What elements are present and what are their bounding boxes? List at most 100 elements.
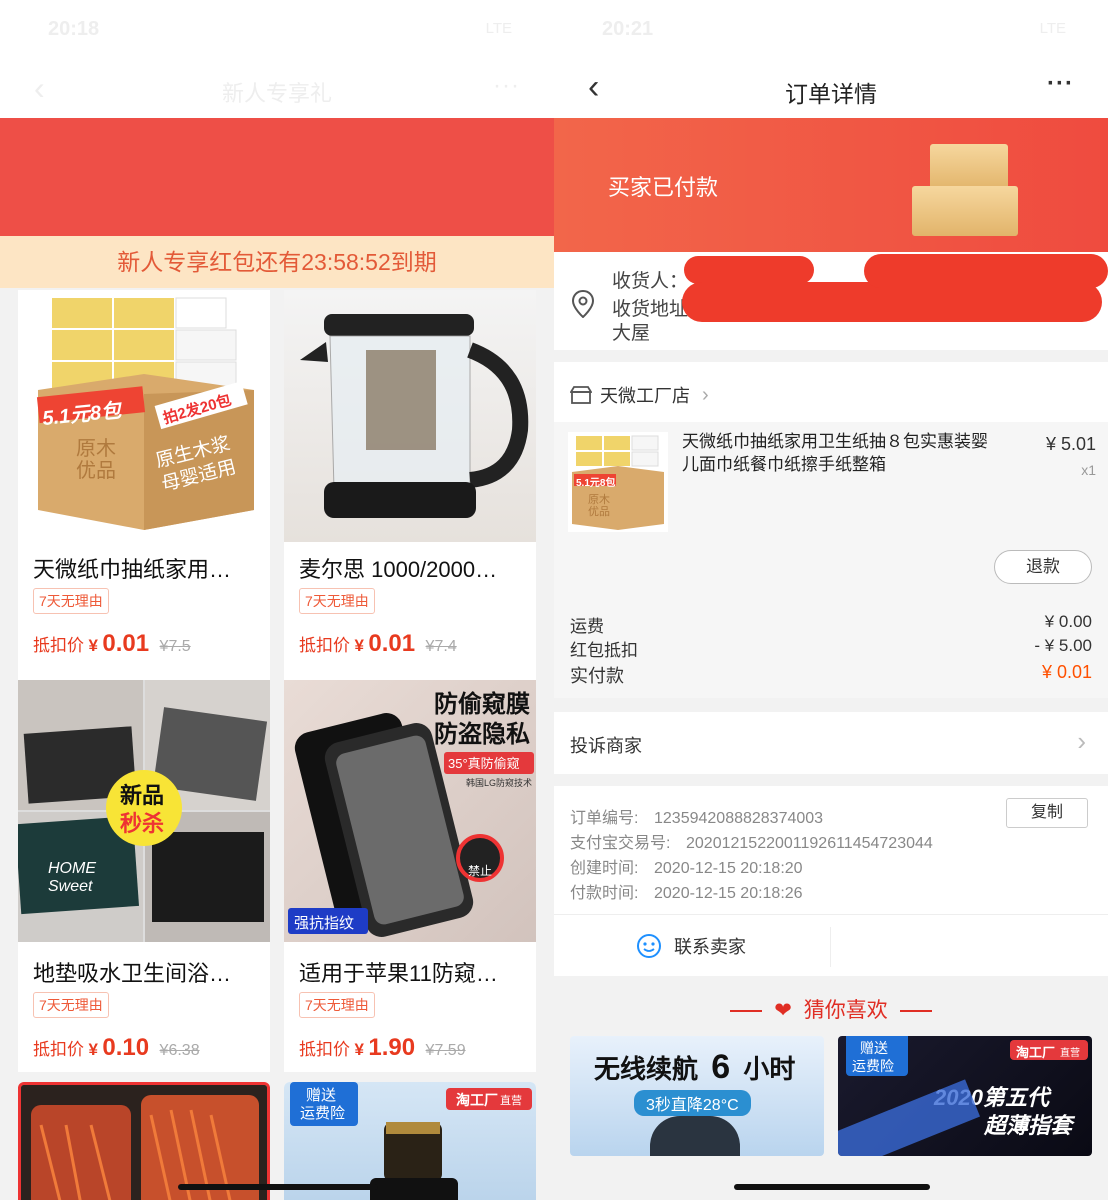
price-value: 0.01 (102, 630, 150, 657)
copy-button[interactable]: 复制 (1006, 798, 1088, 828)
product-name: 天微纸巾抽纸家用… (33, 557, 232, 582)
status-time: 20:21 (602, 18, 654, 40)
address-label: 收货地址 (612, 299, 689, 320)
item-quantity: x1 (1081, 462, 1096, 478)
return-policy-tag: 7天无理由 (33, 992, 109, 1018)
info-key: 订单编号: (570, 810, 639, 827)
address-card[interactable]: 收货人： 收货地址 大屋 (554, 252, 1108, 350)
status-time: 20:18 (48, 18, 100, 40)
price-label: 抵扣价 (299, 1040, 350, 1059)
heart-icon: ❤ (774, 999, 792, 1022)
divider (830, 927, 831, 967)
more-icon[interactable]: ··· (1047, 70, 1074, 98)
chevron-right-icon: › (1077, 726, 1086, 756)
product-card[interactable]: 赠送 运费险 淘工厂 直营 (284, 1082, 536, 1200)
product-card[interactable] (18, 1082, 270, 1200)
package-icon (912, 186, 1018, 236)
recommended-item[interactable]: 无线续航 6 小时 3秒直降28°C (570, 1036, 824, 1156)
paid-time-row: 付款时间: 2020-12-15 20:18:26 (570, 879, 803, 903)
complain-merchant-row[interactable]: 投诉商家 › (554, 712, 1108, 774)
order-item[interactable]: 5.1元8包 原木优品 天微纸巾抽纸家用卫生纸抽８包实惠装婴儿面巾纸餐巾纸擦手纸… (554, 422, 1108, 598)
image-text: 5.1元8包 (576, 478, 616, 489)
section-title: ❤ 猜你喜欢 (554, 994, 1108, 1024)
fee-row: 红包抵扣 - ¥ 5.00 (570, 636, 1092, 661)
promo-banner (0, 118, 554, 236)
product-image: 防偷窥膜 防盗隐私 35°真防偷窥 韩国LG防窥技术 强抗指纹 禁止 (284, 680, 536, 942)
image-text: 运费险 (300, 1105, 346, 1122)
fee-row: 实付款 ¥ 0.01 (570, 662, 1092, 688)
chevron-right-icon: › (702, 383, 709, 406)
recommended-item[interactable]: 赠送 运费险 淘工厂 直营 2020第五代 超薄指套 (838, 1036, 1092, 1156)
image-text: 淘工厂 (1016, 1045, 1056, 1060)
image-text: 韩国LG防窥技术 (466, 778, 533, 788)
order-status-banner: 买家已付款 (554, 118, 1108, 252)
image-text: 赠送 (860, 1040, 888, 1056)
original-price: ¥6.38 (159, 1042, 200, 1059)
nav-bar: ‹ 新人专享礼 ··· (0, 60, 554, 118)
product-card[interactable]: 新品 秒杀 HOME Sweet 地垫吸水卫生间浴… 7天无理由 抵扣价 ¥ 0… (18, 680, 270, 1072)
status-bar: 20:21 LTE (554, 0, 1108, 60)
item-thumbnail: 5.1元8包 原木优品 (568, 432, 668, 532)
info-value: 2020121522001192611454723044 (686, 835, 933, 852)
product-image: 新品 秒杀 HOME Sweet (18, 680, 270, 942)
original-price: ¥7.59 (425, 1042, 466, 1059)
info-value: 2020-12-15 20:18:26 (654, 885, 803, 902)
price-label: 抵扣价 (299, 636, 350, 655)
order-number-row: 订单编号: 1235942088828374003 (570, 804, 823, 828)
product-card[interactable]: 麦尔思 1000/2000… 7天无理由 抵扣价 ¥ 0.01 ¥7.4 (284, 290, 536, 680)
more-icon[interactable]: ··· (493, 72, 520, 100)
signal-indicator: LTE (1039, 20, 1066, 37)
image-text: 超薄指套 (984, 1113, 1073, 1138)
image-text: 直营 (500, 1095, 522, 1107)
image-text: 直营 (1060, 1048, 1080, 1059)
image-text: 无线续航 6 小时 (594, 1048, 796, 1086)
product-price: 抵扣价 ¥ 0.10 ¥6.38 (33, 1034, 200, 1062)
price-value: 0.10 (102, 1034, 150, 1061)
price-label: 抵扣价 (33, 636, 84, 655)
page-title: 订单详情 (785, 81, 877, 107)
contact-seller-button[interactable]: 联系卖家 (636, 933, 746, 959)
location-pin-icon (571, 289, 595, 323)
shop-link[interactable]: 天微工厂店 › (570, 382, 709, 408)
image-text: HOME Sweet (48, 860, 96, 895)
refund-button[interactable]: 退款 (994, 550, 1092, 584)
currency: ¥ (354, 636, 364, 655)
image-text: 35°真防偷窥 (448, 756, 520, 771)
product-image: 5.1元8包 拍2发20包 原木优品 原生木浆 母婴适用 (18, 290, 270, 542)
shop-icon (570, 386, 592, 404)
product-image: 赠送 运费险 淘工厂 直营 (284, 1082, 536, 1200)
image-text: 秒杀 (120, 811, 165, 836)
product-card[interactable]: 5.1元8包 拍2发20包 原木优品 原生木浆 母婴适用 天微纸巾抽纸家用… 7… (18, 290, 270, 680)
product-image (284, 290, 536, 542)
fee-value: ¥ 0.00 (1044, 612, 1092, 631)
address-tail: 大屋 (612, 323, 651, 344)
order-item-card: 天微工厂店 › 5.1元8包 原木优品 天微纸巾抽纸家用卫生纸抽８包实惠装婴儿面… (554, 362, 1108, 598)
fee-label: 红包抵扣 (570, 641, 638, 660)
currency: ¥ (88, 1040, 98, 1059)
price-label: 抵扣价 (33, 1040, 84, 1059)
redaction-mark (684, 256, 814, 284)
price-value: 0.01 (368, 630, 416, 657)
redaction-mark (682, 282, 1102, 322)
expire-countdown: 新人专享红包还有23:58:52到期 (0, 236, 554, 288)
return-policy-tag: 7天无理由 (299, 992, 375, 1018)
product-price: 抵扣价 ¥ 1.90 ¥7.59 (299, 1034, 466, 1062)
order-info: 订单编号: 1235942088828374003 支付宝交易号: 20201215… (554, 786, 1108, 914)
paid-amount: ¥ 0.01 (1041, 662, 1092, 682)
return-policy-tag: 7天无理由 (299, 588, 375, 614)
product-card[interactable]: 防偷窥膜 防盗隐私 35°真防偷窥 韩国LG防窥技术 强抗指纹 禁止 适用于苹果… (284, 680, 536, 1072)
created-time-row: 创建时间: 2020-12-15 20:18:20 (570, 854, 803, 878)
item-name: 天微纸巾抽纸家用卫生纸抽８包实惠装婴儿面巾纸餐巾纸擦手纸整箱 (682, 432, 988, 474)
image-text: 强抗指纹 (294, 915, 355, 932)
alipay-trade-row: 支付宝交易号: 2020121522001192611454723044 (570, 829, 933, 853)
fan-image (650, 1116, 740, 1156)
product-price: 抵扣价 ¥ 0.01 ¥7.5 (33, 630, 191, 658)
redaction-mark (864, 254, 1108, 288)
currency: ¥ (88, 636, 98, 655)
currency: ¥ (354, 1040, 364, 1059)
order-status: 买家已付款 (608, 175, 719, 200)
image-text: 原木优品 (588, 494, 610, 518)
price-value: 1.90 (368, 1034, 416, 1061)
fee-label: 运费 (570, 617, 604, 636)
product-image (21, 1085, 267, 1200)
